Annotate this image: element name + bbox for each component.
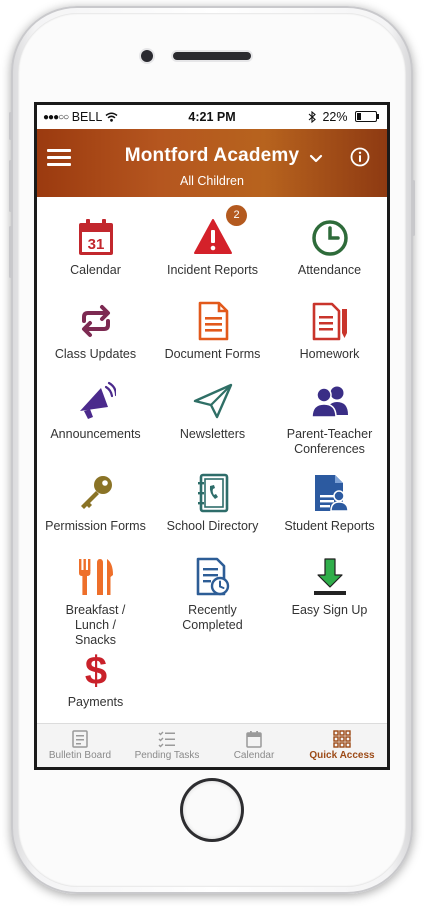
calendar-day: 31	[87, 236, 104, 253]
battery-percent: 22%	[322, 110, 348, 124]
student-report-icon	[314, 475, 349, 512]
volume-down-button	[9, 226, 12, 278]
quick-access-label: Attendance	[297, 263, 362, 277]
people-icon	[310, 386, 348, 418]
address-book-icon	[197, 473, 228, 513]
front-camera	[141, 50, 153, 62]
status-bar: ●●●○○ BELL 4:21 PM 22%	[37, 105, 387, 129]
quick-access-payments[interactable]: $ Payments	[37, 649, 154, 710]
paper-plane-icon	[193, 383, 232, 419]
screen: ●●●○○ BELL 4:21 PM 22% Montford Academy	[34, 102, 390, 770]
quick-access-permission-forms[interactable]: Permission Forms	[37, 473, 154, 534]
megaphone-icon	[79, 381, 116, 419]
tab-calendar[interactable]: Calendar	[211, 726, 297, 766]
quick-access-newsletters[interactable]: Newsletters	[154, 381, 271, 442]
quick-access-breakfast-lunch-snacks[interactable]: Breakfast / Lunch / Snacks	[37, 557, 154, 648]
repeat-icon	[81, 305, 110, 337]
quick-access-incident-reports[interactable]: Incident Reports 2	[154, 205, 271, 278]
quick-access-recently-completed[interactable]: Recently Completed	[154, 557, 271, 633]
quick-access-label: Incident Reports	[166, 263, 259, 277]
quick-access-label: Payments	[67, 695, 124, 709]
document-icon	[198, 301, 228, 341]
calendar-small-icon	[246, 731, 262, 748]
bottom-tab-bar: Bulletin Board Pending Tasks Calendar Qu…	[37, 723, 387, 767]
tab-label: Bulletin Board	[48, 750, 112, 761]
battery-icon	[355, 111, 379, 122]
quick-access-class-updates[interactable]: Class Updates	[37, 301, 154, 362]
quick-access-label: Parent-Teacher Conferences	[286, 427, 373, 456]
quick-access-label: Permission Forms	[45, 519, 146, 533]
earpiece-speaker	[173, 52, 251, 60]
dollar-sign: $	[84, 649, 106, 689]
power-button	[412, 180, 415, 236]
quick-access-label: Easy Sign Up	[291, 603, 368, 617]
volume-up-button	[9, 160, 12, 212]
quick-access-easy-sign-up[interactable]: Easy Sign Up	[271, 557, 387, 618]
homework-icon	[312, 302, 347, 341]
tab-bulletin-board[interactable]: Bulletin Board	[37, 726, 123, 766]
tab-pending-tasks[interactable]: Pending Tasks	[123, 726, 211, 766]
tab-label: Calendar	[233, 750, 275, 761]
home-button[interactable]	[183, 781, 241, 839]
grid-icon	[333, 730, 351, 748]
checklist-icon	[158, 731, 175, 748]
quick-access-label: Announcements	[50, 427, 141, 441]
tab-label: Pending Tasks	[134, 750, 200, 761]
dollar-icon: $	[84, 649, 106, 689]
bulletin-icon	[72, 730, 88, 748]
school-title[interactable]: Montford Academy	[37, 145, 387, 167]
calendar-icon: 31	[78, 219, 113, 255]
chevron-down-icon[interactable]	[307, 151, 325, 165]
quick-access-label: Newsletters	[179, 427, 246, 441]
download-icon	[313, 558, 346, 595]
mute-switch	[9, 112, 12, 140]
quick-access-attendance[interactable]: Attendance	[271, 217, 387, 278]
quick-access-calendar[interactable]: 31 Calendar	[37, 217, 154, 278]
info-icon[interactable]	[350, 147, 370, 167]
cutlery-icon	[78, 559, 113, 595]
quick-access-announcements[interactable]: Announcements	[37, 381, 154, 442]
quick-access-document-forms[interactable]: Document Forms	[154, 301, 271, 362]
status-right: 22%	[308, 110, 379, 124]
notification-badge: 2	[226, 205, 247, 226]
quick-access-student-reports[interactable]: Student Reports	[271, 473, 387, 534]
quick-access-label: Recently Completed	[182, 603, 243, 632]
warning-icon	[193, 219, 232, 254]
bluetooth-icon	[308, 110, 316, 124]
quick-access-label: Homework	[299, 347, 360, 361]
quick-access-label: Calendar	[70, 263, 121, 277]
quick-access-label: School Directory	[166, 519, 259, 533]
clock-icon	[311, 220, 348, 256]
quick-access-conferences[interactable]: Parent-Teacher Conferences	[271, 381, 387, 457]
quick-access-label: Student Reports	[284, 519, 375, 533]
tab-quick-access[interactable]: Quick Access	[297, 726, 387, 766]
app-display: ●●●○○ BELL 4:21 PM 22% Montford Academy	[37, 105, 387, 767]
quick-access-homework[interactable]: Homework	[271, 301, 387, 362]
quick-access-label: Breakfast / Lunch / Snacks	[65, 603, 126, 647]
tab-label: Quick Access	[309, 750, 375, 761]
quick-access-school-directory[interactable]: School Directory	[154, 473, 271, 534]
app-header: Montford Academy All Children	[37, 129, 387, 197]
key-icon	[80, 476, 112, 509]
children-filter[interactable]: All Children	[37, 174, 387, 188]
recent-document-icon	[196, 557, 229, 596]
quick-access-label: Document Forms	[164, 347, 261, 361]
quick-access-label: Class Updates	[54, 347, 137, 361]
